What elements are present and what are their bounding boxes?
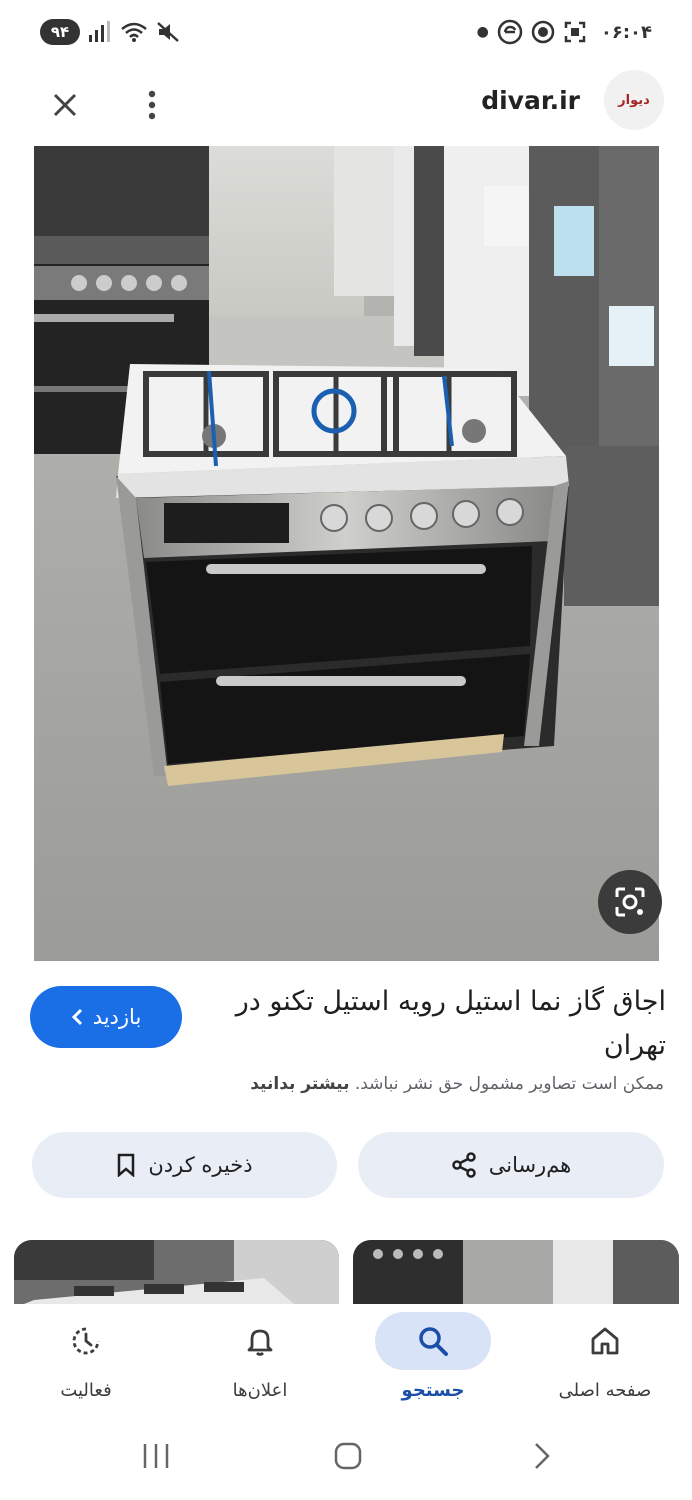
save-label: ذخیره کردن <box>148 1153 253 1177</box>
learn-more-link[interactable]: بیشتر بدانید <box>250 1074 349 1094</box>
status-bar: ۹۴ ● ۰۶:۰۴ <box>0 0 692 64</box>
nav-notifications[interactable]: اعلان‌ها <box>180 1312 340 1416</box>
lens-search-button[interactable] <box>598 870 662 934</box>
close-icon <box>53 93 77 117</box>
home-system-button[interactable] <box>318 1436 378 1476</box>
nav-search-icon-wrap <box>375 1312 491 1370</box>
visit-label: بازدید <box>92 1005 142 1029</box>
more-options-button[interactable] <box>130 80 174 130</box>
share-icon <box>451 1152 476 1178</box>
record-icon <box>531 20 555 44</box>
chevron-right-icon <box>535 1443 550 1469</box>
recent-apps-button[interactable] <box>126 1436 186 1476</box>
dot-icon: ● <box>476 24 489 40</box>
nav-search-label: جستجو <box>401 1380 465 1401</box>
more-vert-icon <box>148 90 156 120</box>
recents-icon <box>143 1444 169 1468</box>
app-bar: divar.ir دیوار <box>0 64 692 146</box>
site-url[interactable]: divar.ir <box>481 86 580 115</box>
activity-icon <box>72 1327 100 1355</box>
status-icons-right: ● ۰۶:۰۴ <box>477 18 652 46</box>
nav-home-icon-wrap <box>547 1312 663 1370</box>
battery-indicator: ۹۴ <box>40 19 80 45</box>
close-button[interactable] <box>40 80 90 130</box>
result-title: اجاق گاز نما استیل رویه استیل تکنو در ته… <box>235 986 666 1061</box>
signal-icon <box>89 21 110 42</box>
share-label: هم‌رسانی <box>488 1153 572 1177</box>
thumbnail-image <box>353 1240 679 1304</box>
home-icon <box>591 1327 619 1355</box>
site-logo-text: دیوار <box>618 92 650 108</box>
result-image[interactable] <box>34 146 659 961</box>
chevron-left-icon <box>71 1008 82 1026</box>
battery-level: ۹۴ <box>50 23 70 41</box>
app-e-icon <box>497 19 523 45</box>
copyright-text: ممکن است تصاویر مشمول حق نشر نباشد. <box>354 1074 664 1094</box>
clock: ۰۶:۰۴ <box>600 21 652 43</box>
nav-home-label: صفحه اصلی <box>558 1380 652 1401</box>
visit-button[interactable]: بازدید <box>30 986 182 1048</box>
back-system-button[interactable] <box>512 1436 572 1476</box>
system-navigation-bar <box>0 1418 692 1500</box>
site-logo: دیوار <box>604 70 664 130</box>
lens-icon <box>615 887 645 917</box>
status-icons-left <box>88 18 180 46</box>
copyright-notice: ممکن است تصاویر مشمول حق نشر نباشد. بیشت… <box>80 1074 664 1094</box>
nav-notifications-icon-wrap <box>202 1312 318 1370</box>
nav-activity[interactable]: فعالیت <box>6 1312 166 1416</box>
nav-activity-label: فعالیت <box>60 1380 112 1401</box>
nav-home[interactable]: صفحه اصلی <box>525 1312 685 1416</box>
related-image-thumbnail[interactable] <box>353 1240 679 1304</box>
nav-search[interactable]: جستجو <box>353 1312 513 1416</box>
bell-icon <box>247 1329 273 1356</box>
stove-photo <box>34 146 659 961</box>
screenshot-icon <box>564 21 586 43</box>
home-square-icon <box>334 1442 362 1470</box>
nav-activity-icon-wrap <box>28 1312 144 1370</box>
bottom-navigation: صفحه اصلی جستجو اعلان‌ها فعالیت <box>0 1304 692 1418</box>
mute-icon <box>157 22 179 42</box>
nav-notifications-label: اعلان‌ها <box>232 1380 288 1401</box>
share-button[interactable]: هم‌رسانی <box>358 1132 664 1198</box>
thumbnail-image <box>14 1240 339 1304</box>
bookmark-icon <box>118 1153 135 1177</box>
related-image-thumbnail[interactable] <box>14 1240 339 1304</box>
wifi-icon <box>121 22 147 42</box>
search-icon <box>419 1327 448 1356</box>
save-button[interactable]: ذخیره کردن <box>32 1132 337 1198</box>
